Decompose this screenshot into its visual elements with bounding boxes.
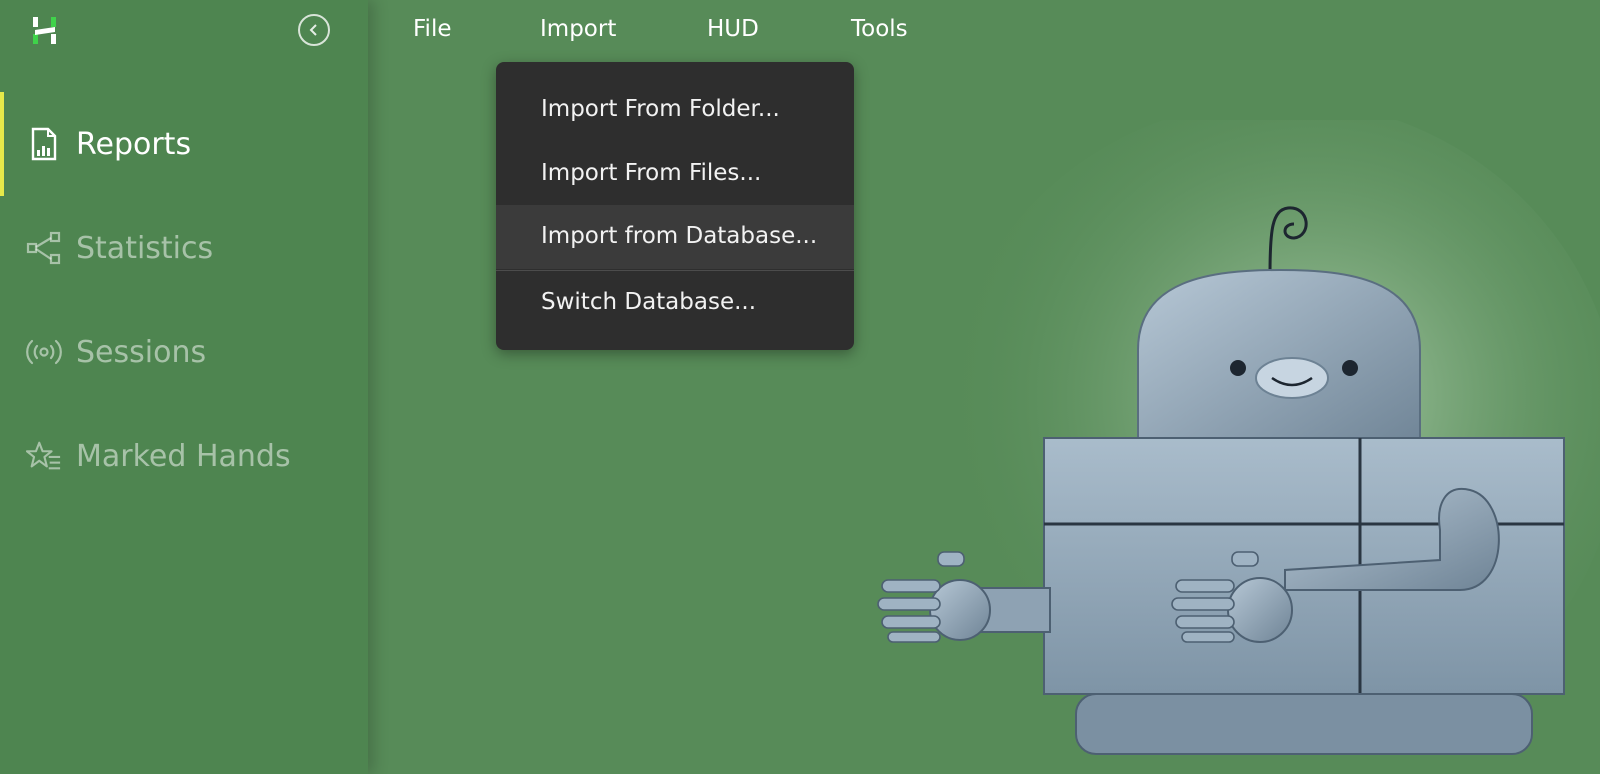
broadcast-icon	[26, 334, 62, 370]
sidebar-item-marked-hands[interactable]: Marked Hands	[0, 404, 368, 508]
report-icon	[26, 126, 62, 162]
menu-file[interactable]: File	[413, 16, 452, 42]
sidebar-item-label: Marked Hands	[76, 438, 291, 474]
menu-item-label: Switch Database...	[541, 289, 757, 315]
menu-item-label: Import from Database...	[541, 223, 818, 249]
sidebar-item-sessions[interactable]: Sessions	[0, 300, 368, 404]
sidebar-item-label: Reports	[76, 126, 192, 162]
menu-import[interactable]: Import	[540, 16, 616, 42]
import-dropdown-menu: Import From Folder... Import From Files.…	[496, 62, 854, 350]
switch-database-item[interactable]: Switch Database...	[496, 271, 854, 335]
import-from-folder-item[interactable]: Import From Folder...	[496, 78, 854, 142]
menu-hud[interactable]: HUD	[707, 16, 759, 42]
active-indicator	[0, 92, 4, 196]
import-from-database-item[interactable]: Import from Database...	[496, 205, 854, 269]
share-nodes-icon	[26, 230, 62, 266]
star-list-icon	[26, 438, 62, 474]
sidebar-item-reports[interactable]: Reports	[0, 92, 368, 196]
menu-item-label: Import From Folder...	[541, 96, 780, 122]
sidebar-item-label: Statistics	[76, 230, 214, 266]
robot-illustration	[877, 120, 1600, 760]
menu-item-label: Import From Files...	[541, 160, 762, 186]
chevron-left-icon	[309, 24, 317, 36]
sidebar: Reports Statistics Sessions Marked Hands	[0, 0, 368, 774]
collapse-sidebar-button[interactable]	[298, 14, 330, 46]
app-logo-icon	[33, 17, 56, 44]
import-from-files-item[interactable]: Import From Files...	[496, 142, 854, 206]
menu-tools[interactable]: Tools	[851, 16, 908, 42]
sidebar-item-label: Sessions	[76, 334, 207, 370]
sidebar-item-statistics[interactable]: Statistics	[0, 196, 368, 300]
